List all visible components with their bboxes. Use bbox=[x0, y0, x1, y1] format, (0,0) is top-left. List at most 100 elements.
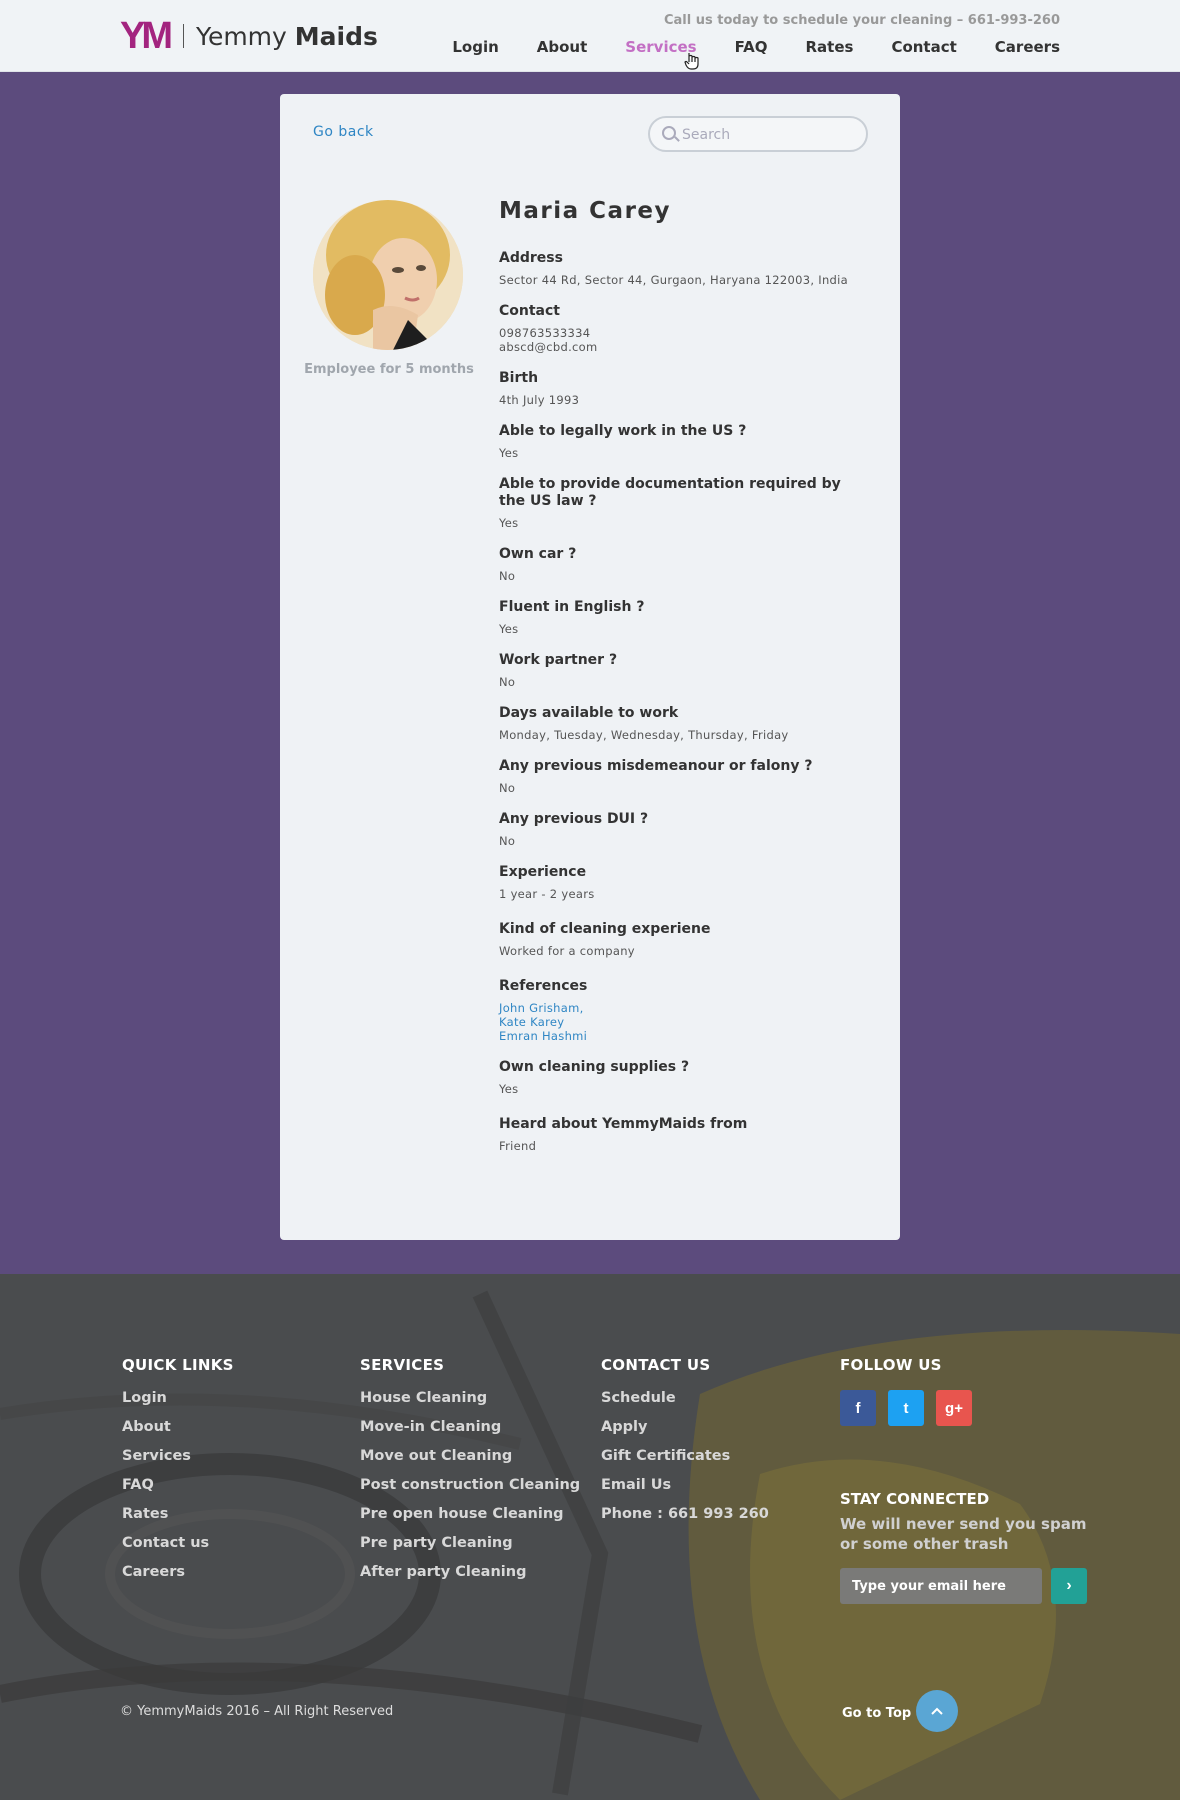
field-value: 098763533334 abscd@cbd.com bbox=[499, 326, 598, 354]
facebook-icon[interactable]: f bbox=[840, 1390, 876, 1426]
field-label: Address bbox=[499, 250, 563, 266]
field-birth: Birth 4th July 1993 bbox=[499, 370, 859, 407]
employee-name: Maria Carey bbox=[499, 198, 671, 224]
field-label: Fluent in English ? bbox=[499, 599, 645, 615]
contact-title: CONTACT US bbox=[601, 1356, 711, 1374]
quick-links-title: QUICK LINKS bbox=[122, 1356, 234, 1374]
reference-link[interactable]: Kate Karey bbox=[499, 1015, 859, 1029]
profile-details: Maria Carey Address Sector 44 Rd, Sector… bbox=[499, 198, 859, 1169]
services-title: SERVICES bbox=[360, 1356, 445, 1374]
field-label: Birth bbox=[499, 370, 539, 386]
contact-column: CONTACT US Schedule Apply Gift Certifica… bbox=[601, 1356, 769, 1535]
nav-login[interactable]: Login bbox=[452, 38, 498, 56]
footer-link-faq[interactable]: FAQ bbox=[122, 1477, 234, 1493]
google-plus-icon[interactable]: g+ bbox=[936, 1390, 972, 1426]
field-fluent-english: Fluent in English ? Yes bbox=[499, 599, 859, 636]
follow-column: FOLLOW US f t g+ STAY CONNECTED We will … bbox=[840, 1356, 1100, 1604]
field-label: Own cleaning supplies ? bbox=[499, 1059, 690, 1075]
field-value: 4th July 1993 bbox=[499, 393, 580, 407]
field-value: Yes bbox=[499, 622, 519, 636]
email-input[interactable] bbox=[840, 1568, 1042, 1604]
field-dui: Any previous DUI ? No bbox=[499, 811, 859, 848]
field-misdemeanour: Any previous misdemeanour or falony ? No bbox=[499, 758, 859, 795]
follow-title: FOLLOW US bbox=[840, 1356, 942, 1374]
footer-link-careers[interactable]: Careers bbox=[122, 1564, 234, 1580]
employee-tenure: Employee for 5 months bbox=[304, 362, 474, 377]
reference-link[interactable]: John Grisham, bbox=[499, 1001, 859, 1015]
services-column: SERVICES House Cleaning Move-in Cleaning… bbox=[360, 1356, 580, 1593]
email-submit-button[interactable]: › bbox=[1051, 1568, 1087, 1604]
twitter-icon[interactable]: t bbox=[888, 1390, 924, 1426]
contact-link-gift[interactable]: Gift Certificates bbox=[601, 1448, 769, 1464]
brand-name-light: Yemmy bbox=[196, 21, 287, 51]
field-legal-work: Able to legally work in the US ? Yes bbox=[499, 423, 859, 460]
contact-link-schedule[interactable]: Schedule bbox=[601, 1390, 769, 1406]
reference-link[interactable]: Emran Hashmi bbox=[499, 1029, 859, 1043]
search-icon bbox=[662, 126, 676, 140]
service-link[interactable]: Pre open house Cleaning bbox=[360, 1506, 580, 1522]
field-label: Kind of cleaning experiene bbox=[499, 921, 711, 937]
field-value: Monday, Tuesday, Wednesday, Thursday, Fr… bbox=[499, 728, 789, 742]
field-label: Heard about YemmyMaids from bbox=[499, 1116, 748, 1132]
nav-contact[interactable]: Contact bbox=[891, 38, 956, 56]
main-nav: Login About Services FAQ Rates Contact C… bbox=[414, 38, 1060, 56]
service-link[interactable]: Move-in Cleaning bbox=[360, 1419, 580, 1435]
nav-careers[interactable]: Careers bbox=[995, 38, 1060, 56]
field-cleaning-supplies: Own cleaning supplies ? Yes bbox=[499, 1059, 859, 1096]
references-list: John Grisham, Kate Karey Emran Hashmi bbox=[499, 1001, 859, 1043]
field-value: No bbox=[499, 834, 516, 848]
contact-link-email[interactable]: Email Us bbox=[601, 1477, 769, 1493]
field-own-car: Own car ? No bbox=[499, 546, 859, 583]
service-link[interactable]: Move out Cleaning bbox=[360, 1448, 580, 1464]
copyright: © YemmyMaids 2016 – All Right Reserved bbox=[120, 1704, 394, 1719]
chevron-up-icon bbox=[931, 1707, 943, 1715]
brand-name: Yemmy Maids bbox=[196, 22, 378, 51]
service-link[interactable]: Post construction Cleaning bbox=[360, 1477, 580, 1493]
field-contact: Contact 098763533334 abscd@cbd.com bbox=[499, 303, 859, 354]
field-work-partner: Work partner ? No bbox=[499, 652, 859, 689]
hand-cursor-icon bbox=[684, 52, 700, 74]
field-value: Sector 44 Rd, Sector 44, Gurgaon, Haryan… bbox=[499, 273, 848, 287]
service-link[interactable]: Pre party Cleaning bbox=[360, 1535, 580, 1551]
field-heard-from: Heard about YemmyMaids from Friend bbox=[499, 1116, 859, 1153]
logo[interactable]: YM Yemmy Maids bbox=[120, 15, 378, 57]
service-link[interactable]: House Cleaning bbox=[360, 1390, 580, 1406]
search-box bbox=[648, 116, 868, 152]
nav-rates[interactable]: Rates bbox=[805, 38, 853, 56]
footer-link-services[interactable]: Services bbox=[122, 1448, 234, 1464]
field-experience: Experience 1 year - 2 years bbox=[499, 864, 859, 901]
call-us-text: Call us today to schedule your cleaning … bbox=[663, 13, 1060, 28]
footer-link-rates[interactable]: Rates bbox=[122, 1506, 234, 1522]
newsletter-form: › bbox=[840, 1568, 1090, 1604]
service-link[interactable]: After party Cleaning bbox=[360, 1564, 580, 1580]
footer-link-login[interactable]: Login bbox=[122, 1390, 234, 1406]
field-value: No bbox=[499, 569, 516, 583]
footer-link-about[interactable]: About bbox=[122, 1419, 234, 1435]
nav-about[interactable]: About bbox=[537, 38, 588, 56]
site-footer: QUICK LINKS Login About Services FAQ Rat… bbox=[0, 1274, 1180, 1800]
go-to-top-label[interactable]: Go to Top bbox=[842, 1706, 911, 1721]
field-label: Experience bbox=[499, 864, 587, 880]
field-label: Any previous DUI ? bbox=[499, 811, 649, 827]
field-cleaning-kind: Kind of cleaning experiene Worked for a … bbox=[499, 921, 859, 958]
brand-name-bold: Maids bbox=[294, 21, 378, 51]
field-value: Worked for a company bbox=[499, 944, 635, 958]
field-value: 1 year - 2 years bbox=[499, 887, 595, 901]
field-label: Any previous misdemeanour or falony ? bbox=[499, 758, 813, 774]
field-value: No bbox=[499, 781, 516, 795]
field-label: Able to provide documentation required b… bbox=[499, 476, 841, 509]
field-value: Friend bbox=[499, 1139, 537, 1153]
contact-link-apply[interactable]: Apply bbox=[601, 1419, 769, 1435]
field-references: References John Grisham, Kate Karey Emra… bbox=[499, 978, 859, 1043]
site-header: YM Yemmy Maids Call us today to schedule… bbox=[0, 0, 1180, 72]
logo-mark: YM bbox=[120, 14, 173, 57]
search-input[interactable] bbox=[682, 124, 857, 146]
footer-link-contact[interactable]: Contact us bbox=[122, 1535, 234, 1551]
nav-faq[interactable]: FAQ bbox=[735, 38, 768, 56]
go-to-top-button[interactable] bbox=[916, 1690, 958, 1732]
quick-links-column: QUICK LINKS Login About Services FAQ Rat… bbox=[122, 1356, 234, 1593]
contact-link-phone[interactable]: Phone : 661 993 260 bbox=[601, 1506, 769, 1522]
field-label: Own car ? bbox=[499, 546, 577, 562]
field-value: Yes bbox=[499, 446, 519, 460]
go-back-link[interactable]: Go back bbox=[313, 124, 374, 140]
